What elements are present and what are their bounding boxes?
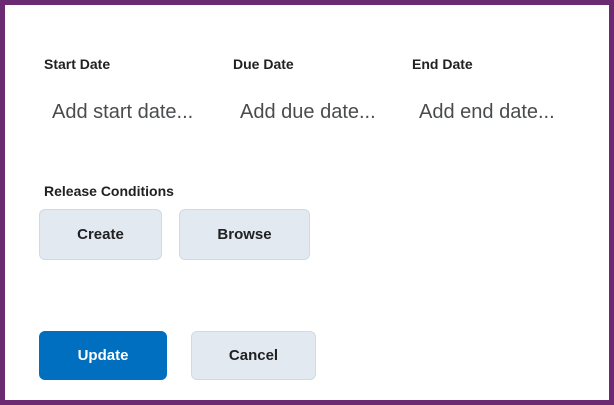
create-button-label: Create — [77, 226, 124, 243]
browse-conditions-button[interactable]: Browse — [179, 209, 310, 260]
release-conditions-label: Release Conditions — [44, 183, 174, 199]
update-button[interactable]: Update — [39, 331, 167, 380]
update-button-label: Update — [77, 347, 129, 364]
dialog-panel: Start Date Due Date End Date Add start d… — [0, 0, 614, 405]
browse-button-label: Browse — [217, 226, 272, 243]
start-date-input[interactable]: Add start date... — [52, 101, 193, 124]
due-date-label: Due Date — [233, 56, 294, 72]
end-date-input[interactable]: Add end date... — [419, 101, 555, 124]
create-condition-button[interactable]: Create — [39, 209, 162, 260]
due-date-input[interactable]: Add due date... — [240, 101, 376, 124]
cancel-button-label: Cancel — [228, 347, 279, 364]
cancel-button[interactable]: Cancel — [191, 331, 316, 380]
start-date-label: Start Date — [44, 56, 111, 72]
end-date-label: End Date — [412, 56, 473, 72]
